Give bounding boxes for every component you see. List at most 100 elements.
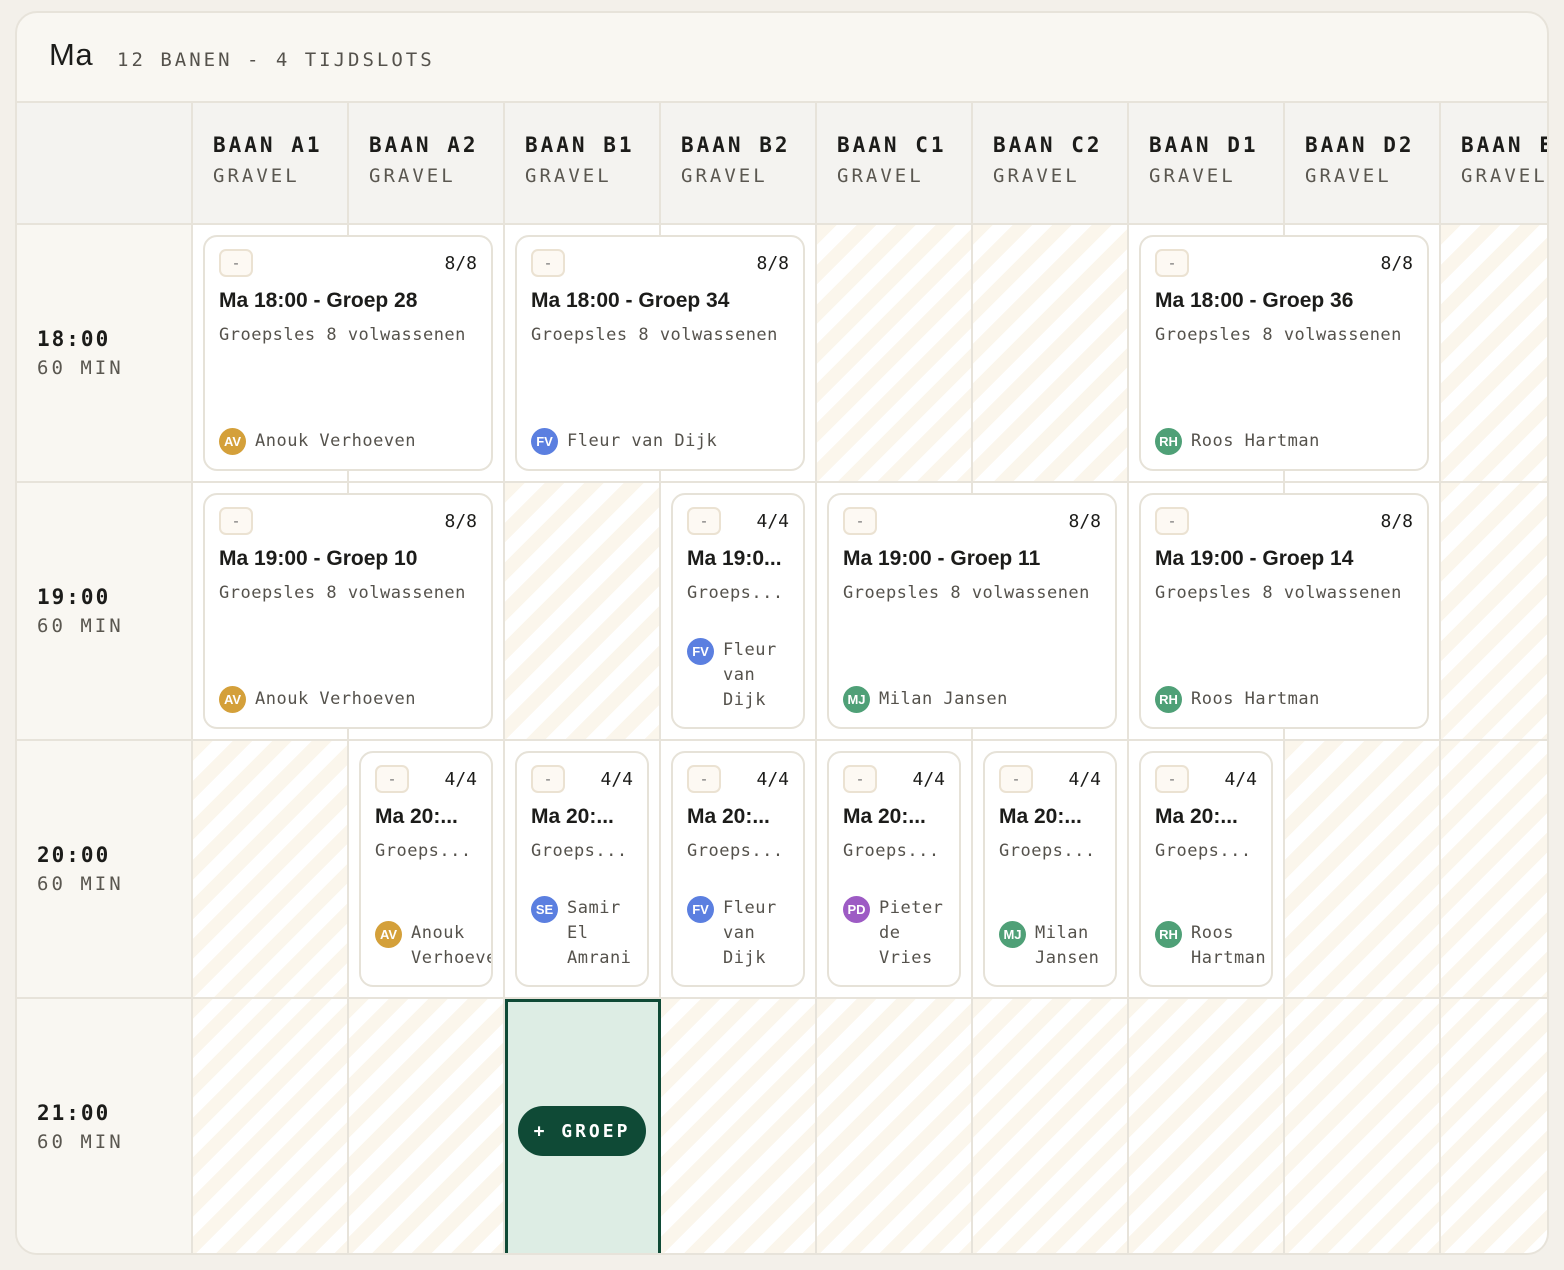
timeslot-duration: 60 MIN xyxy=(37,357,124,379)
session-card[interactable]: - 4/4 Ma 20:... Groeps... SE Samir El Am… xyxy=(515,751,649,987)
empty-slot-cell[interactable] xyxy=(1441,999,1547,1253)
session-coach: FV Fleur van Dijk xyxy=(531,428,717,455)
empty-slot-cell[interactable] xyxy=(1441,225,1547,483)
avatar: AV xyxy=(375,921,402,948)
timeslot-time: 20:00 xyxy=(37,843,111,867)
session-card[interactable]: - 8/8 Ma 18:00 - Groep 34 Groepsles 8 vo… xyxy=(515,235,805,471)
session-subtitle: Groeps... xyxy=(999,841,1096,861)
avatar: AV xyxy=(219,428,246,455)
court-name: BAAN B2 xyxy=(681,133,791,157)
session-title: Ma 19:00 - Groep 14 xyxy=(1155,547,1354,570)
remove-button[interactable]: - xyxy=(687,507,721,535)
timeslot-time: 21:00 xyxy=(37,1101,111,1125)
court-name: BAAN C1 xyxy=(837,133,947,157)
session-title: Ma 18:00 - Groep 28 xyxy=(219,289,418,312)
court-surface: GRAVEL xyxy=(837,165,924,187)
empty-slot-cell[interactable] xyxy=(1285,999,1441,1253)
session-title: Ma 19:00 - Groep 10 xyxy=(219,547,418,570)
session-coach: AV Anouk Verhoeven xyxy=(375,921,491,971)
remove-button[interactable]: - xyxy=(1155,765,1189,793)
remove-button[interactable]: - xyxy=(531,765,565,793)
session-card[interactable]: - 4/4 Ma 20:... Groeps... MJ Milan Janse… xyxy=(983,751,1117,987)
empty-slot-cell[interactable] xyxy=(973,225,1129,483)
empty-slot-cell[interactable] xyxy=(661,999,817,1253)
court-header: BAAN C1 GRAVEL xyxy=(817,103,973,225)
session-card[interactable]: - 8/8 Ma 19:00 - Groep 11 Groepsles 8 vo… xyxy=(827,493,1117,729)
court-surface: GRAVEL xyxy=(369,165,456,187)
empty-slot-cell[interactable] xyxy=(349,999,505,1253)
empty-slot-cell[interactable] xyxy=(1441,741,1547,999)
coach-name: Samir El Amrani xyxy=(567,898,632,968)
timeslot-time: 19:00 xyxy=(37,585,111,609)
coach-name: Fleur van Dijk xyxy=(567,431,718,451)
empty-slot-cell[interactable] xyxy=(1285,741,1441,999)
remove-button[interactable]: - xyxy=(843,765,877,793)
remove-button[interactable]: - xyxy=(999,765,1033,793)
court-header: BAAN D2 GRAVEL xyxy=(1285,103,1441,225)
empty-slot-cell[interactable] xyxy=(1129,999,1285,1253)
avatar: FV xyxy=(531,428,558,455)
session-capacity: 4/4 xyxy=(912,769,945,790)
empty-slot-cell[interactable] xyxy=(505,483,661,741)
timeslot-duration: 60 MIN xyxy=(37,615,124,637)
empty-slot-cell[interactable] xyxy=(1441,483,1547,741)
session-card[interactable]: - 4/4 Ma 20:... Groeps... FV Fleur van D… xyxy=(671,751,805,987)
coach-name: Roos Hartman xyxy=(1191,431,1320,451)
remove-button[interactable]: - xyxy=(219,507,253,535)
avatar: SE xyxy=(531,896,558,923)
coach-name: Anouk Verhoeven xyxy=(255,689,417,709)
remove-button[interactable]: - xyxy=(843,507,877,535)
session-title: Ma 20:... xyxy=(999,805,1082,828)
day-title: Ma xyxy=(49,37,94,72)
session-coach: PD Pieter de Vries xyxy=(843,896,959,971)
session-coach: RH Roos Hartman xyxy=(1155,921,1271,971)
session-card[interactable]: - 4/4 Ma 19:0... Groeps... FV Fleur van … xyxy=(671,493,805,729)
session-subtitle: Groeps... xyxy=(687,841,784,861)
session-card[interactable]: - 8/8 Ma 18:00 - Groep 36 Groepsles 8 vo… xyxy=(1139,235,1429,471)
remove-button[interactable]: - xyxy=(687,765,721,793)
session-title: Ma 20:... xyxy=(1155,805,1238,828)
remove-button[interactable]: - xyxy=(1155,249,1189,277)
session-subtitle: Groepsles 8 volwassenen xyxy=(843,583,1090,603)
court-surface: GRAVEL xyxy=(1149,165,1236,187)
empty-slot-cell[interactable] xyxy=(817,999,973,1253)
session-card[interactable]: - 4/4 Ma 20:... Groeps... AV Anouk Verho… xyxy=(359,751,493,987)
timeslot-row-header: 18:00 60 MIN xyxy=(17,225,193,483)
empty-slot-cell[interactable] xyxy=(817,225,973,483)
session-capacity: 8/8 xyxy=(1068,511,1101,532)
selected-slot-cell[interactable]: + GROEP xyxy=(505,999,661,1253)
session-title: Ma 20:... xyxy=(687,805,770,828)
session-coach: RH Roos Hartman xyxy=(1155,428,1320,455)
court-surface: GRAVEL xyxy=(213,165,300,187)
session-coach: SE Samir El Amrani xyxy=(531,896,647,971)
remove-button[interactable]: - xyxy=(375,765,409,793)
court-name: BAAN A2 xyxy=(369,133,479,157)
empty-slot-cell[interactable] xyxy=(193,741,349,999)
session-card[interactable]: - 8/8 Ma 18:00 - Groep 28 Groepsles 8 vo… xyxy=(203,235,493,471)
timeslot-duration: 60 MIN xyxy=(37,1131,124,1153)
remove-button[interactable]: - xyxy=(1155,507,1189,535)
remove-button[interactable]: - xyxy=(219,249,253,277)
session-card[interactable]: - 8/8 Ma 19:00 - Groep 14 Groepsles 8 vo… xyxy=(1139,493,1429,729)
session-title: Ma 19:0... xyxy=(687,547,782,570)
avatar: MJ xyxy=(843,686,870,713)
session-card[interactable]: - 4/4 Ma 20:... Groeps... RH Roos Hartma… xyxy=(1139,751,1273,987)
remove-button[interactable]: - xyxy=(531,249,565,277)
empty-slot-cell[interactable] xyxy=(193,999,349,1253)
avatar: RH xyxy=(1155,686,1182,713)
add-group-button[interactable]: + GROEP xyxy=(518,1106,646,1156)
coach-name: Milan Jansen xyxy=(879,689,1008,709)
session-card[interactable]: - 4/4 Ma 20:... Groeps... PD Pieter de V… xyxy=(827,751,961,987)
empty-slot-cell[interactable] xyxy=(973,999,1129,1253)
avatar: FV xyxy=(687,638,714,665)
avatar: PD xyxy=(843,896,870,923)
avatar: AV xyxy=(219,686,246,713)
session-card[interactable]: - 8/8 Ma 19:00 - Groep 10 Groepsles 8 vo… xyxy=(203,493,493,729)
court-header: BAAN B1 GRAVEL xyxy=(505,103,661,225)
coach-name: Fleur van Dijk xyxy=(723,898,777,968)
coach-name: Roos Hartman xyxy=(1191,923,1267,968)
session-subtitle: Groeps... xyxy=(531,841,628,861)
session-capacity: 4/4 xyxy=(756,511,789,532)
session-coach: RH Roos Hartman xyxy=(1155,686,1320,713)
court-name: BAAN E xyxy=(1461,133,1549,157)
